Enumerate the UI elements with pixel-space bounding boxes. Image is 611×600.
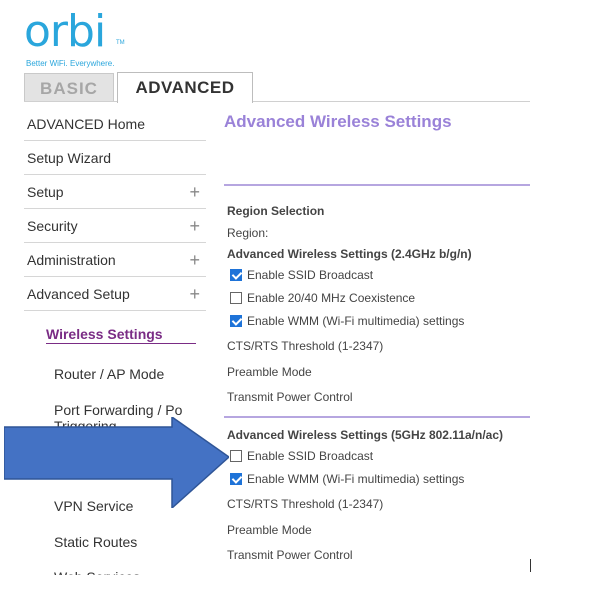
checkbox-icon[interactable] xyxy=(230,473,242,485)
active-underline xyxy=(46,343,196,344)
cts-rts-5-label: CTS/RTS Threshold (1-2347) xyxy=(227,497,384,511)
option-label: Enable WMM (Wi-Fi multimedia) settings xyxy=(247,314,465,328)
text-cursor xyxy=(530,559,531,572)
ssid-broadcast-24-option[interactable]: Enable SSID Broadcast xyxy=(230,267,373,283)
cts-rts-24-label: CTS/RTS Threshold (1-2347) xyxy=(227,339,384,353)
section-divider xyxy=(224,184,530,186)
sidebar-subitem-web-services[interactable]: Web Services xyxy=(54,569,140,575)
sidebar-item-advanced-setup[interactable]: Advanced Setup + xyxy=(24,277,206,311)
checkbox-icon[interactable] xyxy=(230,292,242,304)
sidebar-subitem-router-ap-mode[interactable]: Router / AP Mode xyxy=(54,366,164,382)
sidebar-item-security[interactable]: Security + xyxy=(24,209,206,243)
wmm-5-option[interactable]: Enable WMM (Wi-Fi multimedia) settings xyxy=(230,471,464,487)
sidebar-item-label: Security xyxy=(27,218,78,234)
power-control-5-label: Transmit Power Control xyxy=(227,548,353,562)
region-label: Region: xyxy=(227,226,269,240)
plus-icon[interactable]: + xyxy=(189,243,200,277)
sidebar-item-label: Administration xyxy=(27,252,116,268)
sidebar-item-setup-wizard[interactable]: Setup Wizard xyxy=(24,141,206,175)
sidebar-item-label: Advanced Setup xyxy=(27,286,130,302)
sidebar-item-administration[interactable]: Administration + xyxy=(24,243,206,277)
logo-text: orbi xyxy=(24,6,106,57)
sidebar-subitem-port-forwarding[interactable]: Port Forwarding / Po xyxy=(54,402,204,418)
ssid-broadcast-5-option[interactable]: Enable SSID Broadcast xyxy=(230,448,373,464)
sidebar-item-advanced-home[interactable]: ADVANCED Home xyxy=(24,107,206,141)
checkbox-icon[interactable] xyxy=(230,315,242,327)
option-label: Enable WMM (Wi-Fi multimedia) settings xyxy=(247,472,465,486)
tab-divider xyxy=(24,101,530,102)
preamble-24-label: Preamble Mode xyxy=(227,365,312,379)
wmm-24-option[interactable]: Enable WMM (Wi-Fi multimedia) settings xyxy=(230,313,464,329)
orbi-logo: orbi TM Better WiFi. Everywhere. xyxy=(24,6,144,68)
power-control-24-label: Transmit Power Control xyxy=(227,390,353,404)
plus-icon[interactable]: + xyxy=(189,175,200,209)
checkbox-icon[interactable] xyxy=(230,450,242,462)
sidebar-item-label: ADVANCED Home xyxy=(27,116,145,132)
tab-basic[interactable]: BASIC xyxy=(24,73,114,102)
option-label: Enable SSID Broadcast xyxy=(247,268,374,282)
arrow-right-icon xyxy=(4,417,229,508)
logo-tagline: Better WiFi. Everywhere. xyxy=(26,59,115,68)
option-label: Enable SSID Broadcast xyxy=(247,449,374,463)
preamble-5-label: Preamble Mode xyxy=(227,523,312,537)
section-24ghz-heading: Advanced Wireless Settings (2.4GHz b/g/n… xyxy=(227,247,472,261)
sidebar-item-label: Setup xyxy=(27,184,64,200)
coexistence-24-option[interactable]: Enable 20/40 MHz Coexistence xyxy=(230,290,415,306)
tab-advanced[interactable]: ADVANCED xyxy=(117,72,253,103)
region-selection-heading: Region Selection xyxy=(227,204,325,218)
page-title: Advanced Wireless Settings xyxy=(224,112,452,131)
sidebar-item-label: Setup Wizard xyxy=(27,150,112,166)
logo-trademark: TM xyxy=(116,40,125,46)
option-label: Enable 20/40 MHz Coexistence xyxy=(247,291,416,305)
plus-icon[interactable]: + xyxy=(189,277,200,311)
sidebar-subitem-wireless-settings[interactable]: Wireless Settings xyxy=(46,326,163,342)
plus-icon[interactable]: + xyxy=(189,209,200,243)
checkbox-icon[interactable] xyxy=(230,269,242,281)
section-5ghz-heading: Advanced Wireless Settings (5GHz 802.11a… xyxy=(227,428,504,442)
sidebar-item-setup[interactable]: Setup + xyxy=(24,175,206,209)
section-divider xyxy=(224,416,530,418)
sidebar-subitem-static-routes[interactable]: Static Routes xyxy=(54,534,137,550)
